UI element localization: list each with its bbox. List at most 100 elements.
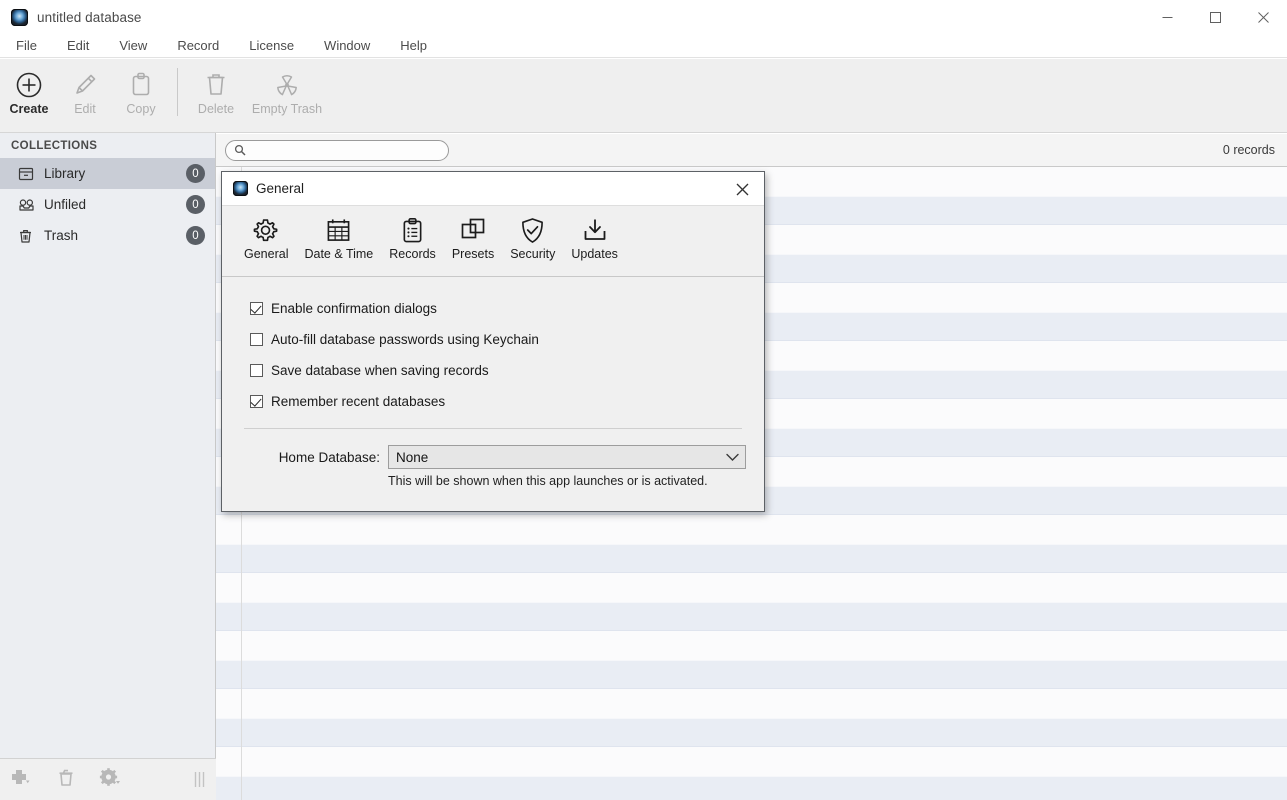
checkbox-row-remember-recent[interactable]: Remember recent databases [222, 386, 764, 417]
search-input[interactable] [251, 142, 440, 158]
home-database-hint: This will be shown when this app launche… [388, 474, 708, 488]
tab-presets[interactable]: Presets [444, 212, 502, 261]
gear-dropdown-icon [99, 767, 122, 792]
sidebar-item-library-count: 0 [186, 164, 205, 183]
create-button[interactable]: Create [2, 66, 56, 116]
dialog-close-button[interactable] [720, 172, 764, 206]
edit-button[interactable]: Edit [58, 66, 112, 116]
table-row[interactable] [216, 631, 1287, 660]
collections-header: COLLECTIONS [11, 140, 98, 152]
tab-records-label: Records [389, 247, 436, 261]
home-database-row: Home Database: None [222, 445, 764, 469]
plus-dropdown-icon [11, 768, 33, 791]
delete-collection-button[interactable] [44, 768, 88, 792]
calendar-icon [326, 212, 351, 248]
table-row[interactable] [216, 573, 1287, 602]
copy-button-label: Copy [126, 102, 156, 116]
table-row[interactable] [216, 689, 1287, 718]
empty-trash-button-label: Empty Trash [251, 102, 323, 116]
table-row[interactable] [216, 718, 1287, 747]
tab-general-label: General [244, 247, 289, 261]
search-icon [234, 144, 246, 156]
radiation-icon [272, 66, 302, 104]
table-row[interactable] [216, 776, 1287, 800]
checkbox-row-confirmation-dialogs[interactable]: Enable confirmation dialogs [222, 293, 764, 324]
tab-general[interactable]: General [236, 212, 296, 261]
preferences-dialog: General General Date & Time Records Pres… [221, 171, 765, 512]
trash-icon [18, 228, 40, 244]
tab-date-time-label: Date & Time [304, 247, 374, 261]
search-field[interactable] [225, 139, 449, 161]
empty-trash-button[interactable]: Empty Trash [245, 66, 329, 116]
tab-date-time[interactable]: Date & Time [296, 212, 381, 261]
sidebar-item-library-label: Library [44, 166, 86, 181]
sidebar-item-trash-count: 0 [186, 226, 205, 245]
sidebar-item-trash-label: Trash [44, 228, 79, 243]
window-controls [1143, 0, 1287, 34]
delete-button-label: Delete [197, 102, 235, 116]
clipboard-list-icon [401, 212, 424, 248]
menu-item-record[interactable]: Record [167, 36, 229, 55]
library-box-icon [18, 166, 40, 182]
menu-bar: File Edit View Record License Window Hel… [0, 34, 1287, 58]
checkbox-label-autofill-database-passwords: Auto-fill database passwords using Keych… [271, 332, 539, 347]
tab-security[interactable]: Security [502, 212, 563, 261]
dialog-title: General [256, 181, 305, 196]
sidebar-item-unfiled-count: 0 [186, 195, 205, 214]
chevron-down-icon [726, 453, 739, 462]
download-tray-icon [582, 212, 608, 248]
tab-updates[interactable]: Updates [563, 212, 626, 261]
table-row[interactable] [216, 544, 1287, 573]
menu-item-window[interactable]: Window [314, 36, 380, 55]
sidebar-item-trash[interactable]: Trash 0 [0, 220, 215, 251]
sidebar-item-library[interactable]: Library 0 [0, 158, 215, 189]
minimize-button[interactable] [1143, 0, 1191, 34]
menu-item-help[interactable]: Help [390, 36, 437, 55]
dialog-divider [244, 428, 742, 429]
tab-updates-label: Updates [571, 247, 618, 261]
dialog-title-bar: General [222, 172, 764, 206]
edit-button-label: Edit [74, 102, 96, 116]
delete-button[interactable]: Delete [189, 66, 243, 116]
sidebar-resize-grip[interactable] [193, 771, 206, 788]
checkbox-row-autofill-keychain[interactable]: Auto-fill database passwords using Keych… [222, 324, 764, 355]
menu-item-file[interactable]: File [6, 36, 47, 55]
sidebar: COLLECTIONS Library 0 Unfiled 0 Trash 0 [0, 133, 216, 800]
clipboard-copy-icon [126, 66, 156, 104]
window-title-bar: untitled database [0, 0, 1287, 34]
checkbox-enable-confirmation-dialogs[interactable] [250, 302, 263, 315]
checkbox-row-save-database[interactable]: Save database when saving records [222, 355, 764, 386]
tab-presets-label: Presets [451, 247, 495, 261]
sidebar-item-unfiled[interactable]: Unfiled 0 [0, 189, 215, 220]
checkbox-remember-recent-databases[interactable] [250, 395, 263, 408]
shield-check-icon [520, 212, 545, 248]
collection-actions-button[interactable] [88, 767, 132, 792]
sidebar-footer-toolbar [0, 758, 216, 800]
close-button[interactable] [1239, 0, 1287, 34]
menu-item-view[interactable]: View [109, 36, 157, 55]
home-database-select[interactable]: None [388, 445, 746, 469]
toolbar-separator [177, 68, 178, 116]
table-row[interactable] [216, 515, 1287, 544]
dialog-body: Enable confirmation dialogs Auto-fill da… [222, 277, 764, 488]
checkbox-label-save-database-when-saving-records: Save database when saving records [271, 363, 489, 378]
tab-records[interactable]: Records [381, 212, 444, 261]
table-row[interactable] [216, 747, 1287, 776]
checkbox-autofill-database-passwords[interactable] [250, 333, 263, 346]
home-database-label: Home Database: [278, 449, 380, 465]
table-row[interactable] [216, 602, 1287, 631]
window-title: untitled database [37, 9, 142, 25]
layers-copy-icon [460, 212, 486, 248]
records-count-label: 0 records [1222, 143, 1275, 157]
unfiled-inbox-icon [18, 197, 40, 213]
copy-button[interactable]: Copy [114, 66, 168, 116]
plus-circle-icon [14, 66, 44, 104]
checkbox-save-database-when-saving-records[interactable] [250, 364, 263, 377]
menu-item-edit[interactable]: Edit [57, 36, 99, 55]
menu-item-license[interactable]: License [239, 36, 304, 55]
main-toolbar: Create Edit Copy Delete Empty Trash [0, 59, 1287, 133]
maximize-button[interactable] [1191, 0, 1239, 34]
app-globe-icon [11, 8, 28, 26]
table-row[interactable] [216, 660, 1287, 689]
add-collection-button[interactable] [0, 768, 44, 791]
